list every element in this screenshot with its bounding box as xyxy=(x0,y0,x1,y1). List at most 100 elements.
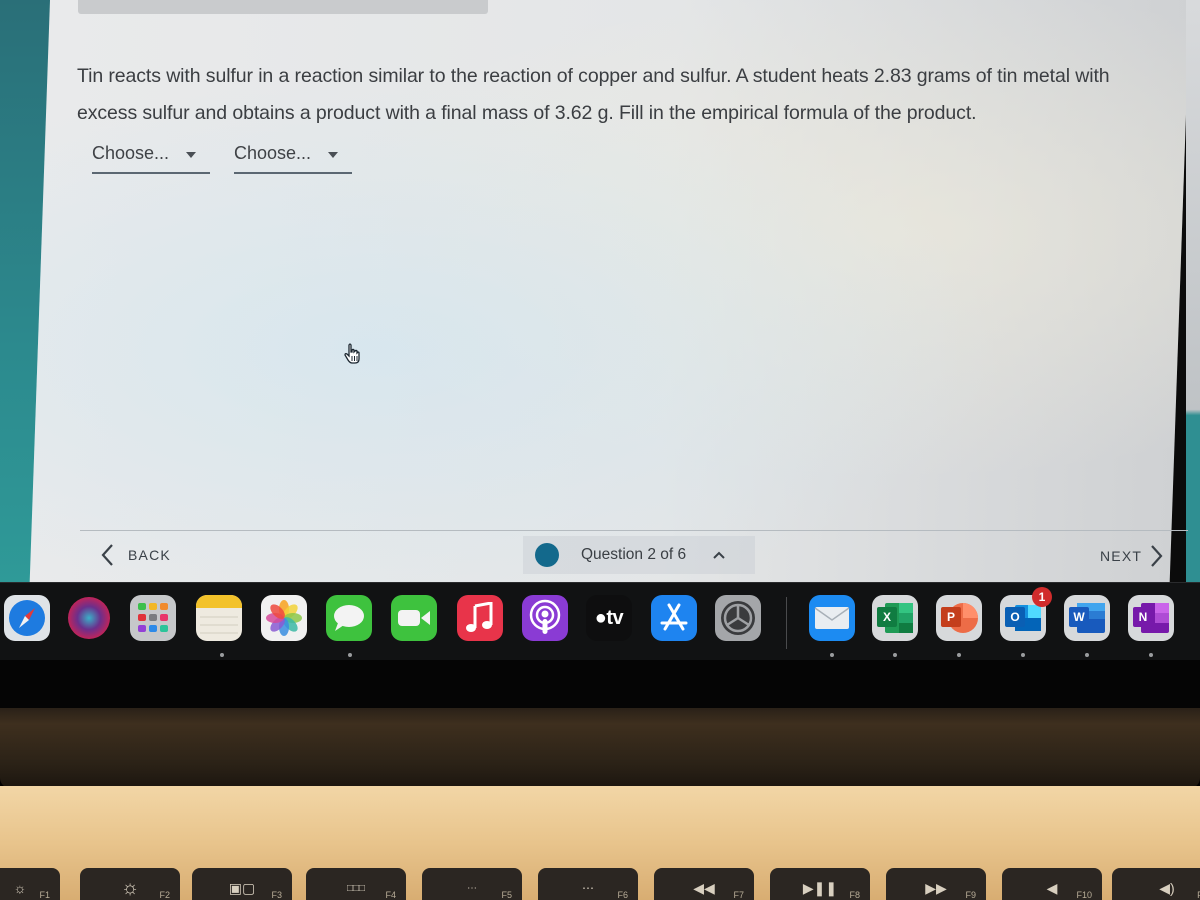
progress-dot xyxy=(535,543,559,567)
key-label: F10 xyxy=(1076,890,1092,900)
fast-forward-icon: ▶▶ xyxy=(925,879,947,896)
dock-app-app-store[interactable] xyxy=(651,595,697,641)
excel-letter: X xyxy=(877,607,897,627)
key-label: F6 xyxy=(617,890,628,900)
laptop-screen: Tin reacts with sulfur in a reaction sim… xyxy=(0,0,1200,710)
onenote-letter: N xyxy=(1133,607,1153,627)
key-f5[interactable]: ⋯ F5 xyxy=(422,868,522,900)
keyboard-light-up-icon: ⋯ xyxy=(582,881,594,895)
mute-icon: ◀ xyxy=(1046,879,1058,896)
podcast-icon xyxy=(529,599,561,634)
word-letter: W xyxy=(1069,607,1089,627)
launchpad-icon: □□□ xyxy=(346,882,366,894)
question-text: Tin reacts with sulfur in a reaction sim… xyxy=(77,58,1167,132)
key-label: F3 xyxy=(271,890,282,900)
dock-app-tv[interactable]: ●tv xyxy=(586,595,632,641)
screen-bezel xyxy=(0,660,1200,710)
dock-app-notes[interactable] xyxy=(196,595,242,641)
dock-app-system-preferences[interactable] xyxy=(715,595,761,641)
key-f1[interactable]: ☼ F1 xyxy=(0,868,60,900)
element-2-select[interactable]: Choose... xyxy=(234,140,352,174)
key-f6[interactable]: ⋯ F6 xyxy=(538,868,638,900)
dock-app-mail[interactable] xyxy=(809,595,855,641)
key-f11[interactable]: ◀) F11 xyxy=(1112,868,1200,900)
answer-selects: Choose... Choose... xyxy=(92,140,352,174)
keyboard-light-down-icon: ⋯ xyxy=(467,882,477,894)
mission-control-icon: ▣▢ xyxy=(228,879,256,896)
dock-app-messages[interactable] xyxy=(326,595,372,641)
app-running-indicator xyxy=(1085,653,1089,657)
play-pause-icon: ▶❚❚ xyxy=(802,879,838,896)
speech-bubble-icon xyxy=(334,605,364,631)
app-running-indicator xyxy=(348,653,352,657)
tv-label: tv xyxy=(606,606,624,629)
app-running-indicator xyxy=(220,653,224,657)
key-label: F2 xyxy=(159,890,170,900)
dropdown-caret-icon xyxy=(186,152,196,158)
pointer-hand-cursor-icon xyxy=(344,343,360,364)
previous-content-strip xyxy=(78,0,488,14)
back-button[interactable]: BACK xyxy=(100,542,171,568)
chevron-right-icon xyxy=(1151,545,1163,567)
music-note-icon xyxy=(466,602,493,632)
question-navigator[interactable]: Question 2 of 6 xyxy=(523,536,755,574)
grid-icon xyxy=(138,603,168,632)
dock-app-onenote[interactable]: N xyxy=(1128,595,1174,641)
envelope-icon xyxy=(814,607,850,629)
key-label: F9 xyxy=(965,890,976,900)
notepad-icon xyxy=(196,595,242,634)
element-1-select[interactable]: Choose... xyxy=(92,140,210,174)
dock-app-music[interactable] xyxy=(457,595,503,641)
rewind-icon: ◀◀ xyxy=(693,879,715,896)
dock-app-facetime[interactable] xyxy=(391,595,437,641)
dock-app-word[interactable]: W xyxy=(1064,595,1110,641)
app-running-indicator xyxy=(893,653,897,657)
notification-badge: 1 xyxy=(1032,587,1052,607)
powerpoint-letter: P xyxy=(941,607,961,627)
key-f3[interactable]: ▣▢ F3 xyxy=(192,868,292,900)
app-running-indicator xyxy=(830,653,834,657)
dock-app-excel[interactable]: X xyxy=(872,595,918,641)
key-f8[interactable]: ▶❚❚ F8 xyxy=(770,868,870,900)
dock-app-powerpoint[interactable]: P xyxy=(936,595,982,641)
key-f2[interactable]: ☼ F2 xyxy=(80,868,180,900)
dock-app-siri[interactable] xyxy=(66,595,112,641)
dock-app-photos[interactable] xyxy=(261,595,307,641)
app-running-indicator xyxy=(957,653,961,657)
key-label: F4 xyxy=(385,890,396,900)
brightness-down-icon: ☼ xyxy=(13,880,27,896)
compass-icon xyxy=(9,600,45,636)
next-button[interactable]: NEXT xyxy=(1100,542,1164,570)
key-label: F1 xyxy=(39,890,50,900)
question-line-1: Tin reacts with sulfur in a reaction sim… xyxy=(77,65,1110,87)
dock-separator xyxy=(786,597,787,649)
dock-app-outlook[interactable]: O 1 xyxy=(1000,587,1052,641)
video-camera-icon xyxy=(398,610,430,626)
next-label: NEXT xyxy=(1100,548,1143,564)
outlook-letter: O xyxy=(1005,607,1025,627)
dock-app-launchpad[interactable] xyxy=(130,595,176,641)
select-value: Choose... xyxy=(92,143,170,163)
siri-icon xyxy=(68,597,110,639)
brightness-up-icon: ☼ xyxy=(120,876,140,899)
dock-app-safari[interactable] xyxy=(4,595,50,641)
dock-app-podcasts[interactable] xyxy=(522,595,568,641)
app-running-indicator xyxy=(1021,653,1025,657)
key-f4[interactable]: □□□ F4 xyxy=(306,868,406,900)
key-label: F8 xyxy=(849,890,860,900)
laptop-hinge xyxy=(0,708,1200,788)
key-f9[interactable]: ▶▶ F9 xyxy=(886,868,986,900)
key-f10[interactable]: ◀ F10 xyxy=(1002,868,1102,900)
app-running-indicator xyxy=(1149,653,1153,657)
desktop-background-right xyxy=(1186,0,1200,585)
tv-icon: ●tv xyxy=(594,606,624,629)
gear-icon xyxy=(721,601,755,635)
key-label: F7 xyxy=(733,890,744,900)
footer-divider xyxy=(80,530,1188,531)
dropdown-caret-icon xyxy=(328,152,338,158)
key-f7[interactable]: ◀◀ F7 xyxy=(654,868,754,900)
volume-down-icon: ◀) xyxy=(1159,879,1175,896)
select-value: Choose... xyxy=(234,143,312,163)
chevron-up-icon[interactable] xyxy=(712,550,726,560)
flower-icon xyxy=(266,600,302,636)
